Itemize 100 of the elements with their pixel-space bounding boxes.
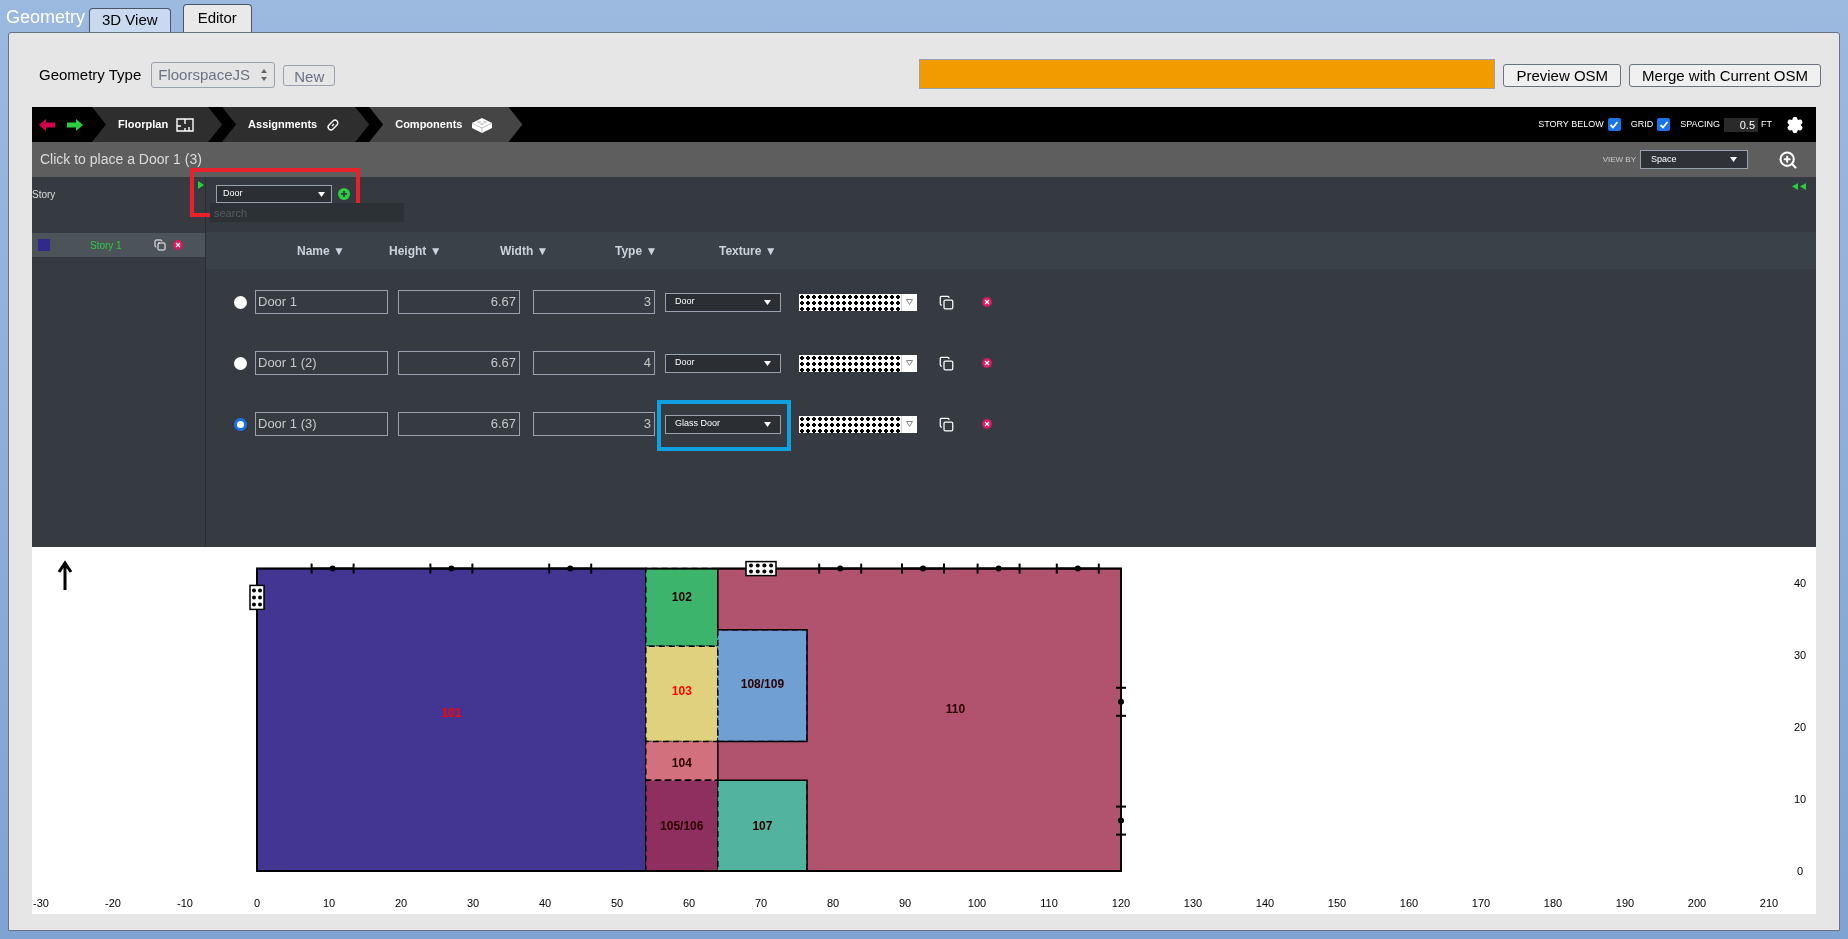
door-marker-icon: [901, 562, 945, 575]
axis-label: 110: [1040, 897, 1058, 909]
axis-label: 90: [898, 897, 912, 909]
door-marker-icon: [548, 562, 593, 575]
story-row[interactable]: Story 1: [32, 233, 205, 257]
checkbox[interactable]: [1607, 118, 1621, 131]
name-field[interactable]: Door 1 (3): [255, 412, 388, 436]
column-header[interactable]: Type ▼: [615, 241, 685, 260]
copy-icon[interactable]: [939, 416, 954, 432]
view-by-select[interactable]: Space: [1640, 150, 1748, 169]
window-title: Geometry: [6, 5, 86, 29]
caret-icon: [764, 299, 771, 305]
component-type-select[interactable]: Door: [216, 185, 332, 203]
axis-label: 170: [1471, 897, 1491, 909]
copy-icon[interactable]: [939, 294, 954, 310]
status-message: Click to place a Door 1 (3): [40, 150, 202, 169]
radio-button[interactable]: [234, 356, 247, 370]
caret-icon: [764, 421, 771, 427]
mode-tab[interactable]: Assignments: [222, 107, 370, 142]
axis-label: 120: [1111, 897, 1131, 909]
axis-label: 140: [1255, 897, 1275, 909]
radio-button[interactable]: [234, 417, 247, 431]
name-field[interactable]: Door 1 (2): [255, 351, 388, 375]
space-label: 101: [441, 705, 462, 720]
mode-tab[interactable]: Components: [369, 107, 523, 142]
space-label: 110: [945, 702, 966, 716]
copy-icon[interactable]: [939, 355, 954, 371]
door-marker-icon: [1115, 805, 1127, 836]
story-name: Story 1: [90, 238, 122, 253]
option-label: STORY BELOW: [1538, 117, 1604, 131]
axis-label: 20: [1793, 721, 1807, 733]
toolbar-button[interactable]: Merge with Current OSM: [1629, 63, 1821, 87]
unit-label: FT: [1761, 117, 1772, 131]
option-label: SPACING: [1680, 117, 1720, 131]
mode-tab[interactable]: Floorplan: [92, 107, 223, 142]
field-label: Geometry Type: [39, 64, 142, 85]
space-area[interactable]: [717, 779, 808, 872]
window-marker-icon: [249, 584, 265, 611]
texture-swatch[interactable]: [799, 354, 917, 372]
radio-button[interactable]: [234, 295, 247, 309]
redo-arrow-icon[interactable]: [66, 117, 84, 132]
axis-label: 20: [394, 897, 408, 909]
column-header[interactable]: Texture ▼: [719, 241, 799, 260]
copy-icon[interactable]: [153, 239, 166, 251]
space-area[interactable]: [645, 645, 719, 743]
door-marker-icon: [818, 562, 863, 575]
door-marker-icon: [1055, 562, 1100, 575]
space-area[interactable]: [717, 567, 1122, 872]
height-field[interactable]: 6.67: [398, 412, 520, 436]
expand-triangle-icon[interactable]: [198, 181, 204, 189]
type-select[interactable]: Door: [665, 292, 781, 312]
axis-label: 50: [610, 897, 624, 909]
axis-label: 160: [1399, 897, 1419, 909]
column-header[interactable]: Width ▼: [500, 241, 570, 260]
height-field[interactable]: 6.67: [398, 351, 520, 375]
column-header[interactable]: Height ▼: [389, 241, 464, 260]
tab[interactable]: 3D View: [89, 8, 171, 32]
caret-icon: [906, 360, 913, 366]
checkbox[interactable]: [1657, 118, 1671, 131]
settings-icon[interactable]: [1786, 115, 1804, 134]
width-field[interactable]: 3: [533, 290, 655, 314]
axis-label: -30: [33, 897, 49, 909]
add-icon[interactable]: [338, 188, 350, 200]
delete-icon[interactable]: [172, 240, 183, 250]
axis-label: -20: [105, 897, 121, 909]
texture-swatch[interactable]: [799, 415, 917, 433]
axis-label: 10: [1793, 793, 1807, 805]
space-label: 104: [671, 756, 692, 770]
axis-label: 30: [466, 897, 480, 909]
space-area[interactable]: [645, 740, 719, 782]
spacing-field[interactable]: 0.5: [1724, 117, 1758, 132]
delete-icon[interactable]: [982, 419, 992, 429]
collapse-arrows-icon[interactable]: [1792, 183, 1806, 190]
north-arrow-icon: [57, 560, 73, 592]
sidebar-heading: Story: [32, 189, 56, 200]
delete-icon[interactable]: [982, 358, 992, 368]
axis-label: 30: [1793, 649, 1807, 661]
column-header[interactable]: Name ▼: [297, 241, 367, 260]
caret-icon: [1730, 157, 1737, 162]
space-area[interactable]: [717, 629, 808, 743]
toolbar-button[interactable]: Preview OSM: [1503, 63, 1622, 87]
type-select[interactable]: Glass Door: [665, 414, 781, 434]
option-label: GRID: [1630, 117, 1654, 131]
texture-swatch[interactable]: [799, 293, 917, 311]
undo-arrow-icon[interactable]: [38, 117, 56, 132]
name-field[interactable]: Door 1: [255, 290, 388, 314]
tab[interactable]: Editor: [182, 4, 252, 32]
width-field[interactable]: 4: [533, 351, 655, 375]
axis-label: 80: [826, 897, 840, 909]
floorplan-icon: [176, 117, 195, 132]
delete-icon[interactable]: [982, 297, 992, 307]
width-field[interactable]: 3: [533, 412, 655, 436]
type-select[interactable]: Door: [665, 353, 781, 373]
height-field[interactable]: 6.67: [398, 290, 520, 314]
axis-label: 40: [1793, 577, 1807, 589]
axis-label: 40: [538, 897, 552, 909]
axis-label: 100: [967, 897, 987, 909]
zoom-icon[interactable]: [1778, 149, 1798, 170]
axis-label: 180: [1543, 897, 1563, 909]
space-area[interactable]: [645, 567, 719, 648]
